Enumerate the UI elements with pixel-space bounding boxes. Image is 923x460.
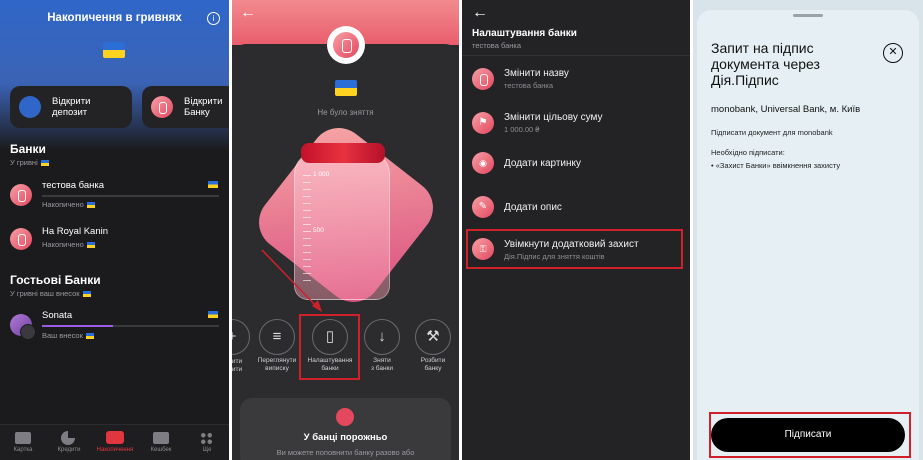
jar-lid [301, 143, 385, 163]
document-line: Підписати документ для monobank [711, 128, 833, 137]
open-deposit-label: Відкрити депозит [52, 96, 91, 118]
jar-avatar [327, 26, 365, 64]
back-arrow-icon[interactable]: ← [472, 4, 488, 22]
jar-icon [10, 184, 32, 206]
empty-state-card: У банці порожньо Ви можете поповнити бан… [240, 398, 451, 460]
bank-status: Накопичено [42, 200, 95, 209]
withdraw-button[interactable]: ↓ [364, 319, 400, 355]
empty-state-title: У банці порожньо [303, 432, 388, 443]
list-item[interactable]: Sonata Ваш внесок [0, 306, 229, 346]
flag-icon [208, 181, 218, 188]
jar-mark-500: 500 [313, 227, 324, 234]
open-deposit-card[interactable]: Відкрити депозит [10, 86, 132, 128]
guest-section-subtitle: У гривні ваш внесок [10, 289, 91, 298]
page-title: Запит на підпис документа через Дія.Підп… [711, 40, 820, 88]
menu-item-add-description[interactable]: ✎ Додати опис [462, 194, 690, 224]
page-title: Накопичення в гривнях [47, 12, 182, 24]
highlight-box [299, 314, 360, 380]
sheet-handle[interactable] [793, 14, 823, 17]
pencil-icon: ✎ [472, 196, 494, 218]
savings-icon [106, 431, 124, 444]
back-arrow-icon[interactable]: ← [240, 4, 256, 22]
break-jar-label: Розбити банку [420, 357, 446, 372]
nav-item-more[interactable]: Ще [184, 425, 229, 460]
status-text: Не було зняття [317, 108, 374, 117]
pie-chart-icon [61, 431, 75, 445]
target-icon: ⚑ [472, 112, 494, 134]
close-icon[interactable]: ✕ [883, 43, 903, 63]
divider [462, 55, 690, 56]
page-title: Налаштування банки [472, 28, 577, 39]
required-label: Необхідно підписати: [711, 148, 785, 157]
withdraw-label: Зняти з банки [370, 357, 394, 372]
info-icon[interactable]: i [207, 12, 220, 25]
bank-name: тестова банка [42, 180, 105, 191]
deposit-icon [19, 96, 41, 118]
list-item[interactable]: На Royal Kanin Накопичено [0, 222, 229, 262]
open-jar-label: Відкрити Банку [184, 96, 223, 118]
highlight-box [709, 412, 911, 458]
jar-icon [151, 96, 173, 118]
required-item: • «Захист Банки» ввімкнення захисту [711, 161, 841, 170]
progress-fill [42, 325, 113, 327]
savings-screen: Накопичення в гривнях i Відкрити депозит… [0, 0, 229, 460]
bottom-nav: Картка Кредити Накопичення Кешбек Ще [0, 424, 229, 460]
jar-screen: ← Не було зняття 1 000 500 + ити ити ≡ П… [232, 0, 459, 460]
guest-section-title: Гостьові Банки [10, 273, 101, 287]
ukraine-flag-icon [335, 80, 357, 96]
nav-item-cashback[interactable]: Кешбек [138, 425, 184, 460]
avatar-badge [20, 324, 36, 340]
menu-item-target-sum[interactable]: ⚑ Змінити цільову суму 1 000.00 ₴ [462, 106, 690, 144]
ukraine-flag-icon [103, 42, 125, 58]
list-item[interactable]: тестова банка Накопичено [0, 176, 229, 216]
progress-bar [42, 195, 219, 197]
card-icon [15, 432, 31, 444]
highlight-box [466, 229, 683, 269]
organization-name: monobank, Universal Bank, м. Київ [711, 104, 861, 115]
diia-sign-sheet: Запит на підпис документа через Дія.Підп… [693, 0, 923, 460]
menu-item-rename[interactable]: Змінити назву тестова банка [462, 62, 690, 100]
empty-state-icon [336, 408, 354, 426]
flag-icon [208, 311, 218, 318]
bank-name: Sonata [42, 310, 73, 321]
nav-item-savings[interactable]: Накопичення [92, 425, 138, 460]
jar-icon [333, 32, 359, 58]
jar-icon [10, 228, 32, 250]
more-icon [200, 432, 213, 445]
gift-icon [153, 432, 169, 444]
banks-section-title: Банки [10, 142, 46, 156]
statement-label: Переглянути виписку [257, 357, 297, 372]
page-subtitle: тестова банка [472, 41, 522, 50]
break-jar-button[interactable]: ⚒ [415, 319, 451, 355]
open-jar-card[interactable]: Відкрити Банку [142, 86, 229, 128]
bank-status: Ваш внесок [42, 331, 94, 340]
bank-name: На Royal Kanin [42, 226, 109, 237]
camera-icon: ◉ [472, 152, 494, 174]
annotation-arrow [261, 249, 322, 312]
jar-icon [472, 68, 494, 90]
menu-item-add-picture[interactable]: ◉ Додати картинку [462, 150, 690, 180]
bank-status: Накопичено [42, 240, 95, 249]
progress-bar [42, 325, 219, 327]
banks-section-subtitle: У гривні [10, 158, 49, 167]
nav-item-card[interactable]: Картка [0, 425, 46, 460]
jar-settings-screen: ← Налаштування банки тестова банка Зміни… [462, 0, 690, 460]
nav-item-credits[interactable]: Кредити [46, 425, 92, 460]
statement-button[interactable]: ≡ [259, 319, 295, 355]
partial-action-label: ити ити [232, 358, 243, 373]
empty-state-text: Ви можете поповнити банку разово або [276, 448, 415, 457]
jar-mark-1000: 1 000 [313, 171, 330, 178]
